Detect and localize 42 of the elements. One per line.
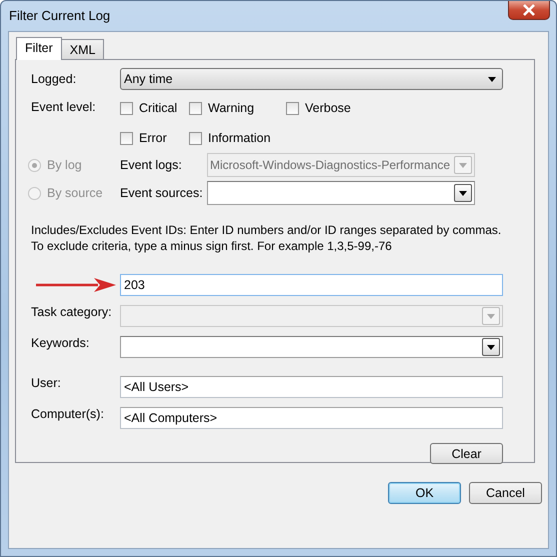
logged-dropdown[interactable]: Any time — [120, 68, 503, 90]
tab[interactable]: Filter — [16, 37, 62, 60]
field-label: Keywords: — [31, 336, 90, 350]
radio-label: By source — [47, 186, 103, 200]
field-label: Logged: — [31, 72, 78, 86]
combo-box[interactable] — [207, 181, 475, 205]
field-label: Event logs: — [120, 158, 183, 172]
tab[interactable]: XML — [60, 39, 104, 59]
checkbox-label: Error — [139, 131, 167, 145]
field-label: User: — [31, 376, 62, 390]
window-title: Filter Current Log — [8, 7, 110, 23]
field-label: Event level: — [31, 99, 97, 114]
checkbox-label: Information — [208, 131, 271, 145]
field-label: Task category: — [31, 305, 113, 319]
checkbox[interactable] — [189, 102, 202, 114]
combo-box[interactable] — [120, 336, 503, 358]
dropdown-button[interactable] — [482, 338, 500, 356]
caret-icon — [487, 314, 495, 318]
checkbox-label: Verbose — [305, 101, 351, 115]
close-icon — [522, 4, 536, 16]
checkbox-label: Warning — [208, 101, 254, 115]
event-ids-field[interactable]: 203 — [120, 274, 503, 296]
dropdown-button[interactable] — [454, 184, 472, 202]
caret-icon — [459, 162, 467, 168]
checkbox-label: Critical — [139, 101, 178, 115]
checkbox[interactable] — [286, 102, 299, 114]
description-text: Includes/Excludes Event IDs: Enter ID numbers and/or ID ranges separated by commas. To exclude criteria, type a minus sign first. For example 1,3,5-99,-76 — [31, 222, 502, 254]
caret-icon — [488, 76, 496, 82]
field-label: Computer(s): — [31, 407, 105, 421]
field-label: Event sources: — [120, 186, 204, 200]
text-field[interactable]: <All Computers> — [120, 407, 503, 429]
caret-icon — [459, 190, 467, 196]
clear-button[interactable]: Clear — [430, 443, 503, 464]
caret-icon — [487, 344, 495, 350]
close-button[interactable] — [508, 1, 550, 20]
dialog-button[interactable]: OK — [388, 482, 461, 504]
checkbox[interactable] — [189, 132, 202, 144]
dialog-button[interactable]: Cancel — [469, 482, 542, 504]
checkbox[interactable] — [120, 102, 133, 114]
checkbox[interactable] — [120, 132, 133, 144]
radio-label: By log — [47, 158, 82, 172]
text-field[interactable]: <All Users> — [120, 376, 503, 398]
